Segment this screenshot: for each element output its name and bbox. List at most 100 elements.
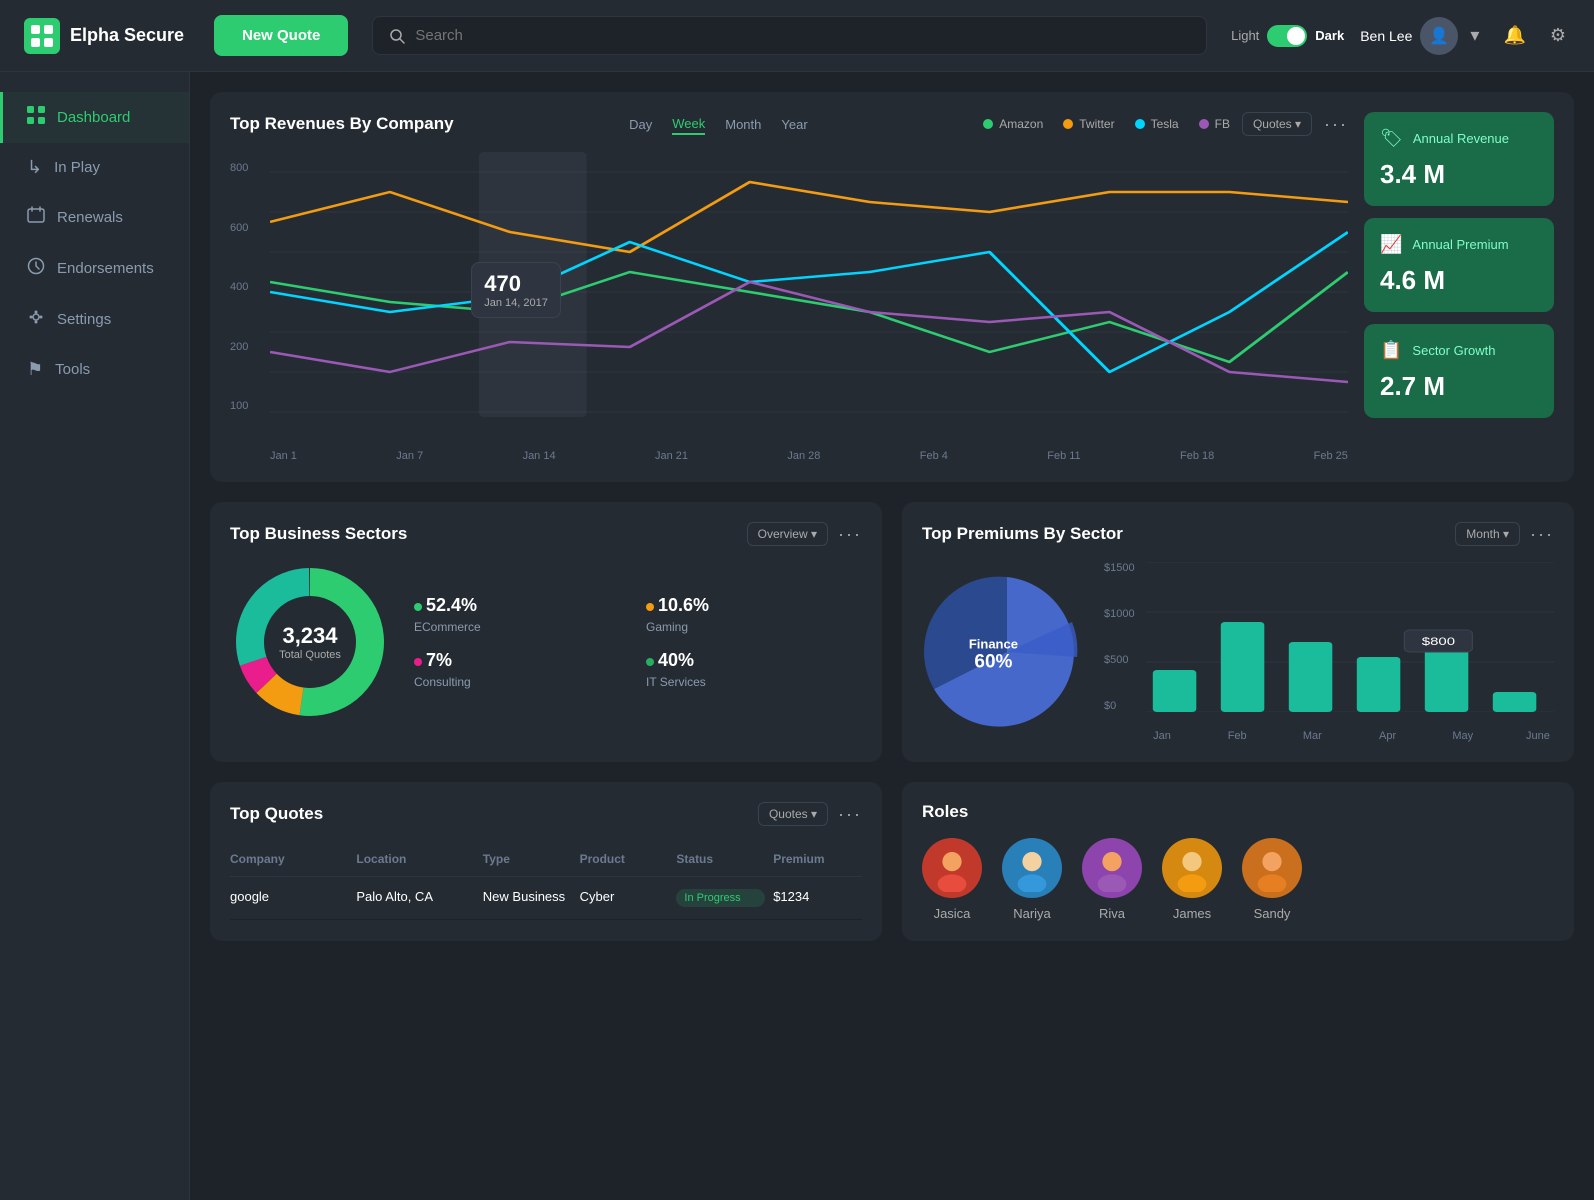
legend-fb: FB — [1199, 117, 1230, 131]
sectors-dropdown[interactable]: Overview ▾ — [747, 522, 828, 546]
stat-card-sector-growth: 📋 Sector Growth 2.7 M — [1364, 324, 1554, 418]
quotes-dropdown[interactable]: Quotes ▾ — [1242, 112, 1312, 136]
sector-growth-value: 2.7 M — [1380, 371, 1538, 402]
donut-total: 3,234 — [279, 623, 341, 649]
search-input[interactable] — [415, 27, 1190, 44]
riva-avatar — [1082, 838, 1142, 898]
notifications-button[interactable]: 🔔 — [1499, 21, 1529, 50]
bar-x-may: May — [1447, 730, 1479, 742]
revenue-more-button[interactable]: ··· — [1324, 114, 1348, 135]
legend-twitter-label: Twitter — [1079, 117, 1114, 131]
gaming-pct: 10.6% — [658, 595, 709, 615]
sidebar-dashboard-label: Dashboard — [57, 109, 130, 126]
riva-name: Riva — [1099, 906, 1125, 921]
top-premiums-card: Top Premiums By Sector Month ▾ ··· — [902, 502, 1574, 762]
quotes-more-button[interactable]: ··· — [838, 804, 862, 825]
sidebar-item-dashboard[interactable]: Dashboard — [0, 92, 189, 143]
sidebar-tools-label: Tools — [55, 361, 90, 378]
main-content: Top Revenues By Company Day Week Month Y… — [190, 72, 1594, 1200]
theme-toggle-knob — [1287, 27, 1305, 45]
premiums-bar-chart: $1500 $1000 $500 $0 — [1104, 562, 1554, 742]
roles-card: Roles Jasica Nariya — [902, 782, 1574, 941]
premiums-title: Top Premiums By Sector — [922, 524, 1123, 544]
inplay-icon: ↳ — [27, 157, 42, 178]
bottom-row: Top Quotes Quotes ▾ ··· Company Location… — [210, 782, 1574, 941]
bar-y-1500: $1500 — [1104, 562, 1142, 574]
x-label-jan7: Jan 7 — [396, 450, 423, 462]
sidebar-item-renewals[interactable]: Renewals — [0, 192, 189, 243]
theme-toggle-track[interactable] — [1267, 25, 1307, 47]
sectors-more-button[interactable]: ··· — [838, 524, 862, 545]
sandy-avatar — [1242, 838, 1302, 898]
sidebar-item-inplay[interactable]: ↳ In Play — [0, 143, 189, 192]
role-riva: Riva — [1082, 838, 1142, 921]
col-status: Status — [676, 852, 765, 866]
y-label-600: 600 — [230, 222, 266, 234]
search-icon — [389, 28, 405, 44]
stat-card-revenue-header: 🏷 Annual Revenue — [1380, 128, 1538, 149]
roles-card-header: Roles — [922, 802, 1554, 822]
period-year[interactable]: Year — [781, 114, 807, 135]
x-label-jan28: Jan 28 — [787, 450, 820, 462]
sandy-name: Sandy — [1254, 906, 1291, 921]
row-type: New Business — [483, 889, 572, 907]
ecommerce-dot — [414, 603, 422, 611]
james-name: James — [1173, 906, 1211, 921]
x-label-feb25: Feb 25 — [1314, 450, 1348, 462]
period-month[interactable]: Month — [725, 114, 761, 135]
sidebar-endorsements-label: Endorsements — [57, 260, 154, 277]
premiums-dropdown[interactable]: Month ▾ — [1455, 522, 1520, 546]
quotes-table-header: Company Location Type Product Status Pre… — [230, 842, 862, 877]
settings-button[interactable]: ⚙ — [1546, 21, 1570, 50]
sector-consulting: 7% Consulting — [414, 650, 630, 689]
sidebar-settings-label: Settings — [57, 311, 111, 328]
renewals-icon — [27, 206, 45, 229]
bar-x-feb: Feb — [1221, 730, 1253, 742]
role-sandy: Sandy — [1242, 838, 1302, 921]
business-sectors-card: Top Business Sectors Overview ▾ ··· — [210, 502, 882, 762]
donut-label: Total Quotes — [279, 649, 341, 661]
logo-icon — [24, 18, 60, 54]
premiums-pie: Finance 60% — [922, 567, 1092, 737]
stat-card-annual-revenue: 🏷 Annual Revenue 3.4 M — [1364, 112, 1554, 206]
annual-premium-value: 4.6 M — [1380, 265, 1538, 296]
annual-premium-icon: 📈 — [1380, 234, 1402, 255]
row-premium: $1234 — [773, 889, 862, 907]
quotes-table-dropdown[interactable]: Quotes ▾ — [758, 802, 828, 826]
premiums-more-button[interactable]: ··· — [1530, 524, 1554, 545]
pie-finance-label: Finance — [969, 637, 1018, 652]
stat-cards: 🏷 Annual Revenue 3.4 M 📈 Annual Premium … — [1364, 112, 1554, 462]
chart-legend: Amazon Twitter Tesla FB — [983, 117, 1230, 131]
revenue-svg-chart — [270, 152, 1348, 442]
layout: Dashboard ↳ In Play Renewals Endorsement… — [0, 72, 1594, 1200]
sidebar-item-tools[interactable]: ⚑ Tools — [0, 345, 189, 394]
period-day[interactable]: Day — [629, 114, 652, 135]
sector-ecommerce: 52.4% ECommerce — [414, 595, 630, 634]
sidebar-item-settings[interactable]: Settings — [0, 294, 189, 345]
endorsements-icon — [27, 257, 45, 280]
revenue-chart-section: Top Revenues By Company Day Week Month Y… — [230, 112, 1348, 462]
donut-center: 3,234 Total Quotes — [279, 623, 341, 661]
row-location: Palo Alto, CA — [356, 889, 474, 907]
sectors-title: Top Business Sectors — [230, 524, 407, 544]
premiums-content: Finance 60% $1500 $1000 $500 $0 — [922, 562, 1554, 742]
jasica-name: Jasica — [934, 906, 971, 921]
role-nariya: Nariya — [1002, 838, 1062, 921]
sector-growth-label: Sector Growth — [1412, 343, 1495, 358]
revenue-card-header: Top Revenues By Company Day Week Month Y… — [230, 112, 1348, 136]
bar-x-labels: Jan Feb Mar Apr May June — [1146, 730, 1554, 742]
x-axis-labels: Jan 1 Jan 7 Jan 14 Jan 21 Jan 28 Feb 4 F… — [270, 450, 1348, 462]
sidebar-item-endorsements[interactable]: Endorsements — [0, 243, 189, 294]
x-label-feb11: Feb 11 — [1047, 450, 1080, 462]
header-right: Light Dark Ben Lee 👤 ▾ 🔔 ⚙ — [1231, 17, 1570, 55]
bar-y-1000: $1000 — [1104, 608, 1142, 620]
user-chevron-button[interactable]: ▾ — [1466, 21, 1483, 50]
row-company: google — [230, 889, 348, 907]
period-week[interactable]: Week — [672, 114, 705, 135]
new-quote-button[interactable]: New Quote — [214, 15, 348, 56]
roles-title: Roles — [922, 802, 968, 822]
y-label-800: 800 — [230, 162, 266, 174]
stat-card-premium-header: 📈 Annual Premium — [1380, 234, 1538, 255]
tooltip-date: Jan 14, 2017 — [484, 297, 548, 309]
y-axis-labels: 800 600 400 200 100 — [230, 152, 266, 422]
